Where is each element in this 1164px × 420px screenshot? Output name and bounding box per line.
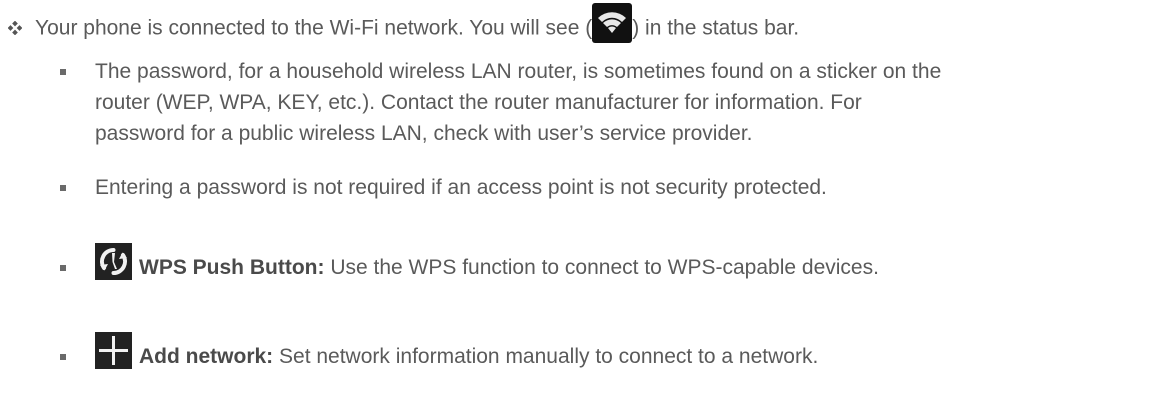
password-note-line-3: password for a public wireless LAN, chec… [95, 122, 753, 145]
password-note-line-2: router (WEP, WPA, KEY, etc.). Contact th… [95, 91, 862, 114]
wifi-status-text-before: Your phone is connected to the Wi-Fi net… [35, 16, 593, 40]
square-bullet-icon [60, 354, 66, 360]
wps-push-description: Use the WPS function to connect to WPS-c… [324, 256, 879, 280]
wps-push-option: WPS Push Button: Use the WPS function to… [95, 243, 879, 287]
square-bullet-icon [60, 265, 66, 271]
access-point-note-line: Entering a password is not required if a… [95, 176, 827, 199]
wps-push-title: WPS Push Button: [139, 256, 325, 280]
add-network-title: Add network: [139, 345, 274, 369]
square-bullet-icon [60, 185, 66, 191]
access-point-note: Entering a password is not required if a… [95, 172, 827, 203]
add-network-option: Add network: Set network information man… [95, 332, 819, 376]
square-bullet-icon [60, 69, 66, 75]
add-network-description: Set network information manually to conn… [273, 345, 819, 369]
wps-push-icon [95, 243, 132, 280]
diamond-bullet-icon [7, 18, 23, 39]
password-note: The password, for a household wireless L… [95, 56, 941, 149]
wifi-status-paragraph: Your phone is connected to the Wi-Fi net… [35, 3, 800, 49]
add-icon [95, 332, 132, 369]
wifi-status-text-after: ) in the status bar. [632, 16, 800, 40]
wifi-signal-icon [592, 3, 633, 43]
password-note-line-1: The password, for a household wireless L… [95, 60, 942, 83]
